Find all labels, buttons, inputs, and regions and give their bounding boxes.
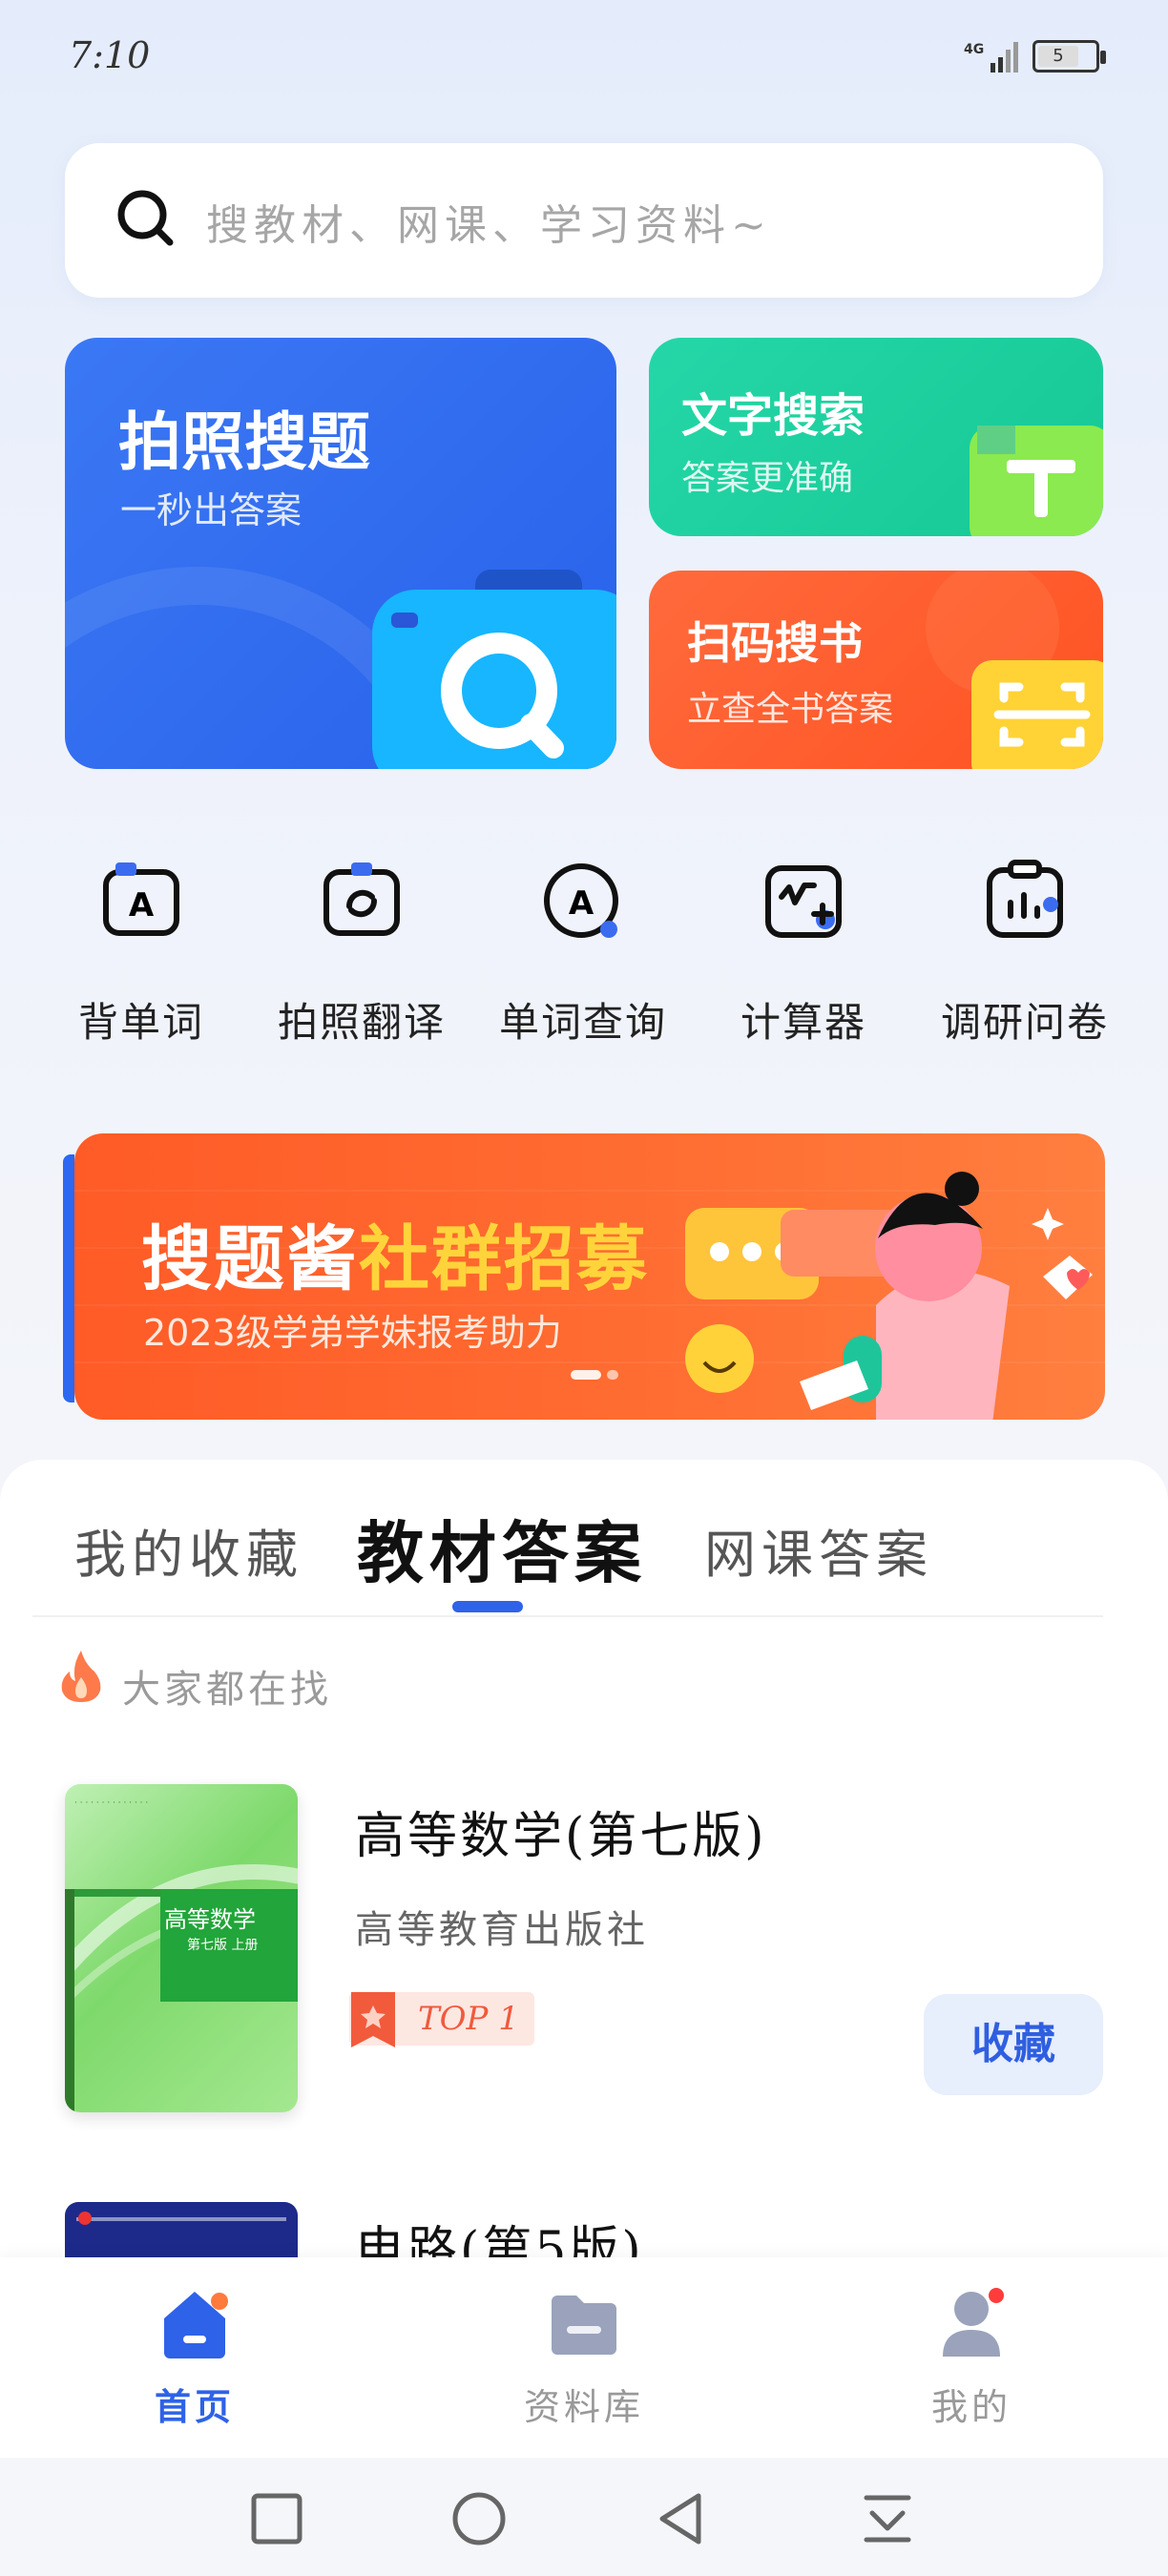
calculator-icon (765, 865, 842, 938)
tab-my-favorites[interactable]: 我的收藏 (74, 1512, 303, 1588)
tool-survey[interactable]: 调研问卷 (929, 840, 1120, 1049)
fire-icon (61, 1651, 101, 1702)
book-cover-header: · · · · · · · · · · · · · · (74, 1798, 148, 1808)
system-nav-bar (0, 2458, 1168, 2576)
profile-icon (943, 2288, 1004, 2357)
back-icon[interactable] (653, 2490, 710, 2547)
book-cover-title: 高等数学 (164, 1906, 256, 1933)
tool-photo-translate[interactable]: 拍照翻译 (266, 840, 457, 1049)
tabs-divider (32, 1615, 1103, 1617)
network-type: 4G (964, 42, 984, 57)
tool-label: 单词查询 (498, 999, 667, 1046)
book-cover[interactable]: · · · · · · · · · · · · · · 高等数学 第七版 上册 (65, 1784, 298, 2112)
book-title[interactable]: 高等数学(第七版) (355, 1796, 767, 1867)
search-icon (117, 190, 174, 246)
text-t-icon (970, 426, 1103, 536)
banner-title-brand: 搜题酱 (141, 1218, 359, 1300)
bottom-nav: 首页 资料库 我的 (0, 2257, 1168, 2458)
nav-label: 首页 (154, 2385, 235, 2428)
banner-prev-edge (63, 1154, 74, 1402)
recent-apps-icon[interactable] (248, 2490, 305, 2547)
rank-text: TOP 1 (418, 2000, 519, 2038)
notification-pull-icon[interactable] (859, 2490, 916, 2547)
signal-icon: 4G (964, 42, 1018, 73)
scan-icon (926, 571, 1103, 769)
status-time: 7:10 (69, 34, 151, 76)
section-label: 大家都在找 (122, 1668, 332, 1712)
text-search-card[interactable]: 文字搜索 答案更准确 (649, 338, 1103, 536)
rank-badge: TOP 1 (349, 1992, 534, 2047)
scan-book-card[interactable]: 扫码搜书 立查全书答案 (649, 571, 1103, 769)
folder-icon (552, 2296, 616, 2355)
home-button-icon[interactable] (450, 2490, 508, 2547)
tool-label: 拍照翻译 (277, 999, 446, 1046)
book-cover-art: · · · · · · · · · · · · · · (65, 1798, 298, 2112)
photo-translate-icon (323, 862, 400, 936)
tool-label: 背单词 (77, 999, 204, 1046)
collect-button[interactable]: 收藏 (924, 1994, 1103, 2095)
search-bar[interactable]: 搜教材、网课、学习资料~ (65, 143, 1103, 298)
flashcard-icon: A (103, 862, 179, 936)
tool-flashcards[interactable]: A 背单词 (46, 840, 237, 1049)
nav-label: 资料库 (523, 2386, 644, 2428)
tab-active-indicator (452, 1601, 523, 1612)
book-cover-edition: 第七版 上册 (187, 1938, 259, 1953)
camera-icon (65, 567, 616, 769)
tool-calculator[interactable]: 计算器 (708, 840, 899, 1049)
tool-label: 调研问卷 (940, 999, 1109, 1046)
tool-label: 计算器 (740, 999, 866, 1046)
nav-label: 我的 (930, 2386, 1012, 2428)
banner-title: 搜题酱社群招募 (141, 1202, 649, 1304)
community-recruit-banner[interactable]: 搜题酱社群招募 2023级学弟学妹报考助力 (74, 1133, 1105, 1420)
photo-search-card[interactable]: 拍照搜题 一秒出答案 (65, 338, 616, 769)
tool-word-lookup[interactable]: A 单词查询 (488, 840, 678, 1049)
battery-level: 5 (1038, 46, 1078, 67)
rank-ribbon-icon (351, 1992, 395, 2047)
home-icon (164, 2292, 228, 2358)
tab-textbook-answers[interactable]: 教材答案 (357, 1500, 647, 1596)
book-publisher: 高等教育出版社 (355, 1908, 649, 1952)
svg-text:A: A (129, 886, 155, 924)
word-lookup-icon: A (544, 863, 618, 938)
banner-subtitle: 2023级学弟学妹报考助力 (143, 1312, 562, 1354)
svg-text:A: A (569, 884, 594, 923)
battery-icon: 5 (1032, 40, 1106, 73)
survey-icon (987, 860, 1063, 938)
banner-title-highlight: 社群招募 (359, 1218, 649, 1300)
search-placeholder[interactable]: 搜教材、网课、学习资料~ (206, 191, 772, 252)
tab-course-answers[interactable]: 网课答案 (704, 1512, 933, 1588)
